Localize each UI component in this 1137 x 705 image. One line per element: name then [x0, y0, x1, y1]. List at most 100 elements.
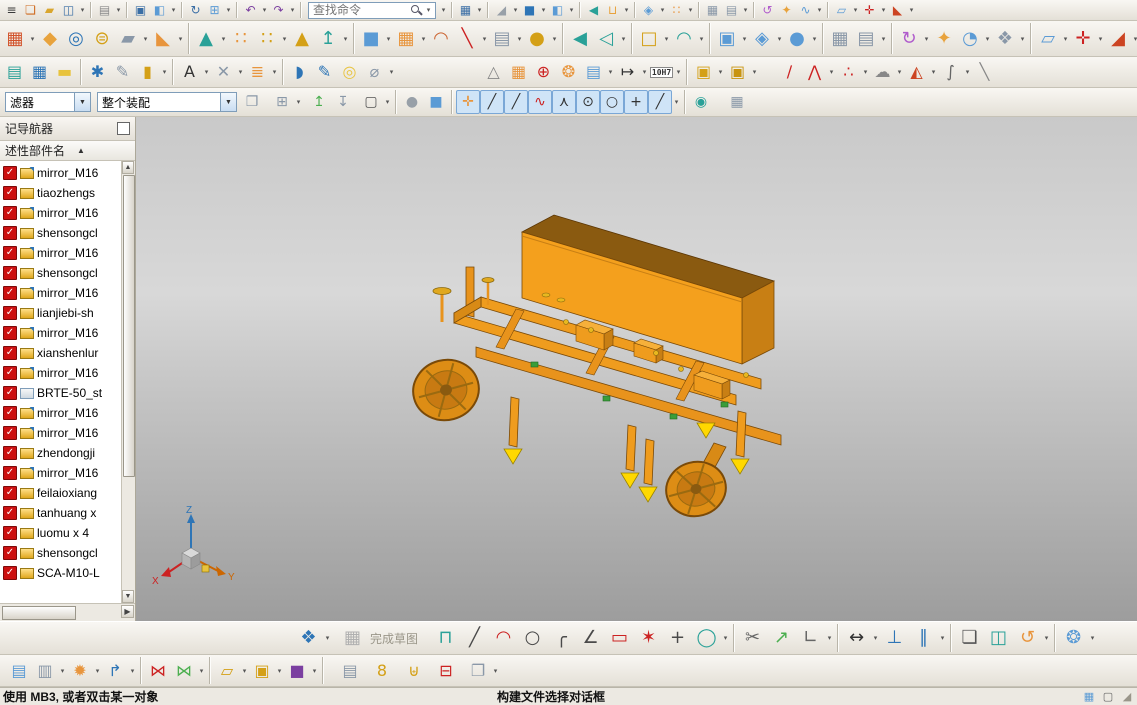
component-checkbox[interactable]: ✓	[3, 546, 17, 560]
intersection-icon[interactable]: ⋏	[552, 90, 576, 114]
line-icon[interactable]: ╱	[460, 624, 489, 653]
swept-icon[interactable]: ↻	[896, 24, 922, 53]
dropdown-arrow-icon[interactable]: ▾	[128, 655, 137, 686]
tree-item[interactable]: ✓ mirror_M16	[0, 243, 122, 263]
dropdown-arrow-icon[interactable]: ▾	[825, 622, 834, 654]
gold-block-icon[interactable]: ▮	[135, 59, 160, 85]
tree-item[interactable]: ✓ luomu x 4	[0, 523, 122, 543]
dropdown-arrow-icon[interactable]: ▾	[480, 21, 489, 56]
dropdown-arrow-icon[interactable]: ▾	[384, 21, 393, 56]
offset-face-icon[interactable]: ◁	[593, 24, 619, 53]
arc-center-icon[interactable]: ⊙	[576, 90, 600, 114]
dropdown-arrow-icon[interactable]: ▾	[851, 0, 860, 20]
note-icon[interactable]: ▬	[52, 59, 77, 85]
disc-icon[interactable]: ●	[524, 24, 550, 53]
component-checkbox[interactable]: ✓	[3, 326, 17, 340]
sheets-icon[interactable]: ▤	[337, 657, 363, 684]
command-finder-icon[interactable]: ✛	[860, 1, 879, 20]
sparkle-icon[interactable]: ✦	[777, 1, 796, 20]
undo-icon[interactable]: ↶	[241, 1, 260, 20]
spline-icon[interactable]: ∫	[938, 59, 963, 85]
tree-item[interactable]: ✓ mirror_M16	[0, 203, 122, 223]
horizontal-scrollbar[interactable]: ▶	[0, 603, 135, 621]
tree-item[interactable]: ✓ xianshenlur	[0, 343, 122, 363]
tube-icon[interactable]: ◠	[428, 24, 454, 53]
dropdown-arrow-icon[interactable]: ▾	[176, 21, 185, 56]
open-folder-icon[interactable]: ▰	[40, 1, 59, 20]
purple-cube-icon[interactable]: ■	[284, 657, 310, 684]
mirror-curve-icon[interactable]: ◫	[984, 624, 1013, 653]
shaded-view-icon[interactable]: ◧	[548, 1, 567, 20]
dropdown-arrow-icon[interactable]: ▾	[280, 21, 289, 56]
tree-item[interactable]: ✓ feilaioxiang	[0, 483, 122, 503]
dropdown-arrow-icon[interactable]: ▾	[424, 3, 433, 18]
part-name[interactable]: shensongcl	[37, 226, 98, 240]
print-icon[interactable]: ▤	[95, 1, 114, 20]
part-name[interactable]: shensongcl	[37, 266, 98, 280]
part-name[interactable]: mirror_M16	[37, 166, 98, 180]
sheet-icon[interactable]: ▱	[832, 1, 851, 20]
datum-grid-icon[interactable]: ▤	[6, 657, 32, 684]
two-tone-wedge-icon[interactable]: ◭	[904, 59, 929, 85]
dropdown-arrow-icon[interactable]: ▾	[827, 57, 836, 87]
component-checkbox[interactable]: ✓	[3, 246, 17, 260]
selection-filter-combo[interactable]: 滤器 ▼	[5, 92, 91, 112]
edge-blend-icon[interactable]: ◠	[671, 24, 697, 53]
dropdown-arrow-icon[interactable]: ▾	[1018, 21, 1027, 56]
section-icon[interactable]: ⊟	[433, 657, 459, 684]
window-icon[interactable]: ▣	[131, 1, 150, 20]
dropdown-arrow-icon[interactable]: ▾	[775, 21, 784, 56]
pen-icon[interactable]: ✎	[312, 59, 337, 85]
new-file-icon[interactable]: ❏	[21, 1, 40, 20]
component-checkbox[interactable]: ✓	[3, 486, 17, 500]
dropdown-arrow-icon[interactable]: ▾	[294, 88, 303, 116]
dropdown-arrow-icon[interactable]: ▾	[815, 0, 824, 20]
scroll-right-icon[interactable]: ▶	[121, 605, 134, 618]
dropdown-arrow-icon[interactable]: ▾	[491, 655, 500, 686]
tree-item[interactable]: ✓ BRTE-50_st	[0, 383, 122, 403]
pull-face-icon[interactable]: ◀	[567, 24, 593, 53]
sphere-select-icon[interactable]: ◉	[689, 90, 713, 114]
3d-viewport[interactable]: Z X Y	[136, 117, 1137, 621]
tree-item[interactable]: ✓ mirror_M16	[0, 463, 122, 483]
component-checkbox[interactable]: ✓	[3, 306, 17, 320]
dropdown-arrow-icon[interactable]: ▾	[240, 655, 249, 686]
component-checkbox[interactable]: ✓	[3, 286, 17, 300]
redo-icon[interactable]: ↷	[269, 1, 288, 20]
polygon-icon[interactable]: ✶	[634, 624, 663, 653]
boss-icon[interactable]: ↥	[315, 24, 341, 53]
chevron-down-icon[interactable]: ▼	[74, 93, 90, 111]
dropdown-arrow-icon[interactable]: ▾	[871, 622, 880, 654]
tree-item[interactable]: ✓ zhendongji	[0, 443, 122, 463]
dropdown-arrow-icon[interactable]: ▾	[515, 21, 524, 56]
slash-icon[interactable]: ╲	[972, 59, 997, 85]
existing-point-icon[interactable]: +	[624, 90, 648, 114]
tree-item[interactable]: ✓ mirror_M16	[0, 363, 122, 383]
dropdown-arrow-icon[interactable]: ▾	[662, 21, 671, 56]
vertical-scrollbar[interactable]: ▲ ▼	[121, 161, 135, 603]
mesh-surface-icon[interactable]: ▦	[827, 24, 853, 53]
wedge-icon[interactable]: ◢	[492, 1, 511, 20]
dropdown-arrow-icon[interactable]: ▾	[93, 655, 102, 686]
info-pane-icon[interactable]: ▤	[581, 59, 606, 85]
paste-icon[interactable]: ⊞	[270, 90, 294, 114]
dropdown-arrow-icon[interactable]: ▾	[929, 57, 938, 87]
part-name[interactable]: feilaioxiang	[37, 486, 97, 500]
cone-icon[interactable]: ◣	[888, 1, 907, 20]
component-checkbox[interactable]: ✓	[3, 206, 17, 220]
measure-icon[interactable]: ↦	[615, 59, 640, 85]
part-name[interactable]: mirror_M16	[37, 326, 98, 340]
part-name[interactable]: tanhuang x	[37, 506, 96, 520]
component-checkbox[interactable]: ✓	[3, 366, 17, 380]
pattern-curve-icon[interactable]: ❏	[955, 624, 984, 653]
machine-model[interactable]	[406, 214, 782, 523]
tree-item[interactable]: ✓ shensongcl	[0, 543, 122, 563]
circle-icon[interactable]: ○	[518, 624, 547, 653]
sheets-icon[interactable]: ▤	[489, 24, 515, 53]
dropdown-arrow-icon[interactable]: ▾	[606, 57, 615, 87]
dropdown-arrow-icon[interactable]: ▾	[270, 57, 279, 87]
chamfer-icon[interactable]: ∠	[576, 624, 605, 653]
view-layout-icon[interactable]: ▤	[2, 59, 27, 85]
component-checkbox[interactable]: ✓	[3, 526, 17, 540]
through-curves-icon[interactable]: ▤	[853, 24, 879, 53]
